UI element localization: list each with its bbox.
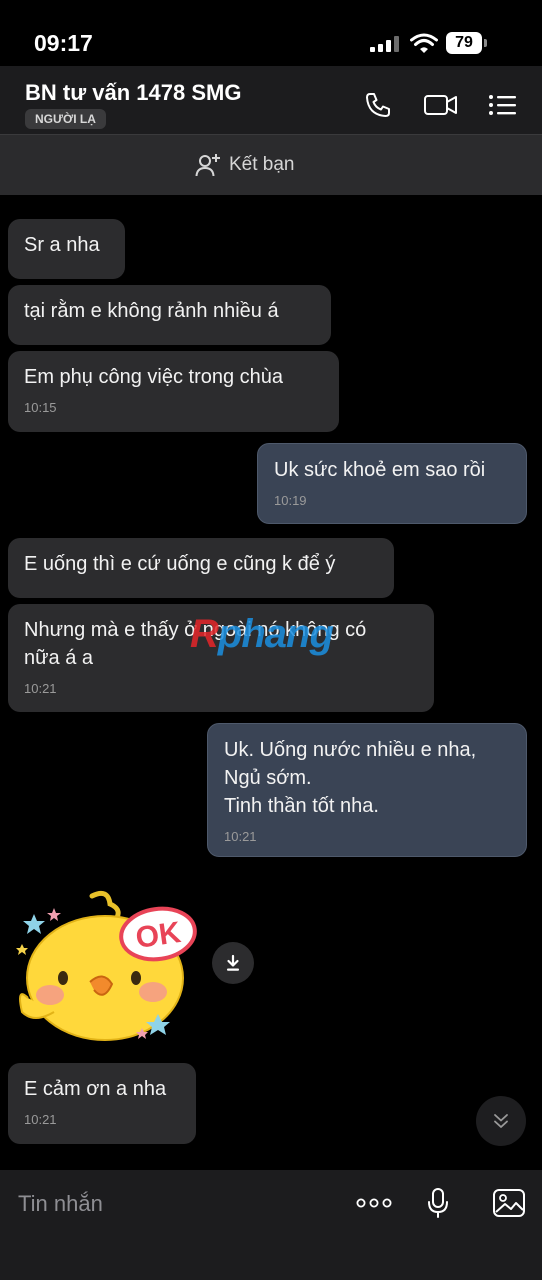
battery-level: 79 <box>446 32 482 54</box>
message-incoming[interactable]: Sr a nha <box>8 219 125 279</box>
message-text: Sr a nha <box>24 234 100 256</box>
stranger-badge: NGƯỜI LẠ <box>25 109 106 129</box>
message-time: 10:15 <box>24 400 57 415</box>
svg-text:OK: OK <box>134 916 183 955</box>
message-text: Uk. Uống nước nhiều e nha, Ngủ sớm. Tinh… <box>224 739 477 817</box>
wifi-icon <box>410 33 438 53</box>
more-icon <box>356 1198 392 1208</box>
scroll-to-bottom-button[interactable] <box>476 1096 526 1146</box>
watermark-logo: Rphang <box>190 612 334 656</box>
message-text: Uk sức khoẻ em sao rồi <box>274 459 486 481</box>
message-text: E uống thì e cứ uống e cũng k để ý <box>24 553 336 575</box>
message-time: 10:21 <box>24 1112 57 1127</box>
add-friend-label: Kết bạn <box>229 154 295 175</box>
video-call-button[interactable] <box>422 88 460 122</box>
message-time: 10:21 <box>24 681 57 696</box>
message-input[interactable] <box>16 1186 320 1222</box>
image-icon <box>493 1189 525 1217</box>
more-options-button[interactable] <box>356 1186 392 1220</box>
message-text: E cảm ơn a nha <box>24 1078 167 1100</box>
voice-message-button[interactable] <box>420 1186 456 1220</box>
message-incoming[interactable]: E cảm ơn a nha 10:21 <box>8 1063 196 1144</box>
add-friend-button[interactable]: Kết bạn <box>195 150 295 180</box>
video-icon <box>424 95 457 115</box>
chevron-double-down-icon <box>494 1114 508 1128</box>
message-incoming[interactable]: Em phụ công việc trong chùa 10:15 <box>8 351 339 432</box>
signal-icon <box>370 36 399 52</box>
phone-icon <box>366 93 390 117</box>
message-text: Em phụ công việc trong chùa <box>24 366 284 388</box>
message-time: 10:19 <box>274 493 307 508</box>
call-button[interactable] <box>361 88 395 122</box>
message-incoming[interactable]: E uống thì e cứ uống e cũng k để ý <box>8 538 394 598</box>
message-text: tại rằm e không rảnh nhiều á <box>24 300 279 322</box>
menu-icon <box>489 95 516 115</box>
status-time: 09:17 <box>34 30 93 56</box>
microphone-icon <box>428 1188 448 1218</box>
download-icon <box>227 954 239 971</box>
contact-name[interactable]: BN tư vấn 1478 SMG <box>25 80 241 106</box>
download-button[interactable] <box>212 942 254 984</box>
message-outgoing[interactable]: Uk. Uống nước nhiều e nha, Ngủ sớm. Tinh… <box>207 723 527 857</box>
message-incoming[interactable]: tại rằm e không rảnh nhiều á <box>8 285 331 345</box>
battery-icon: 79 <box>446 32 488 54</box>
message-time: 10:21 <box>224 829 257 844</box>
ok-sticker[interactable]: OK <box>8 890 208 1050</box>
menu-button[interactable] <box>486 88 520 122</box>
add-friend-icon <box>195 154 220 177</box>
message-outgoing[interactable]: Uk sức khoẻ em sao rồi 10:19 <box>257 443 527 524</box>
send-image-button[interactable] <box>491 1186 527 1220</box>
